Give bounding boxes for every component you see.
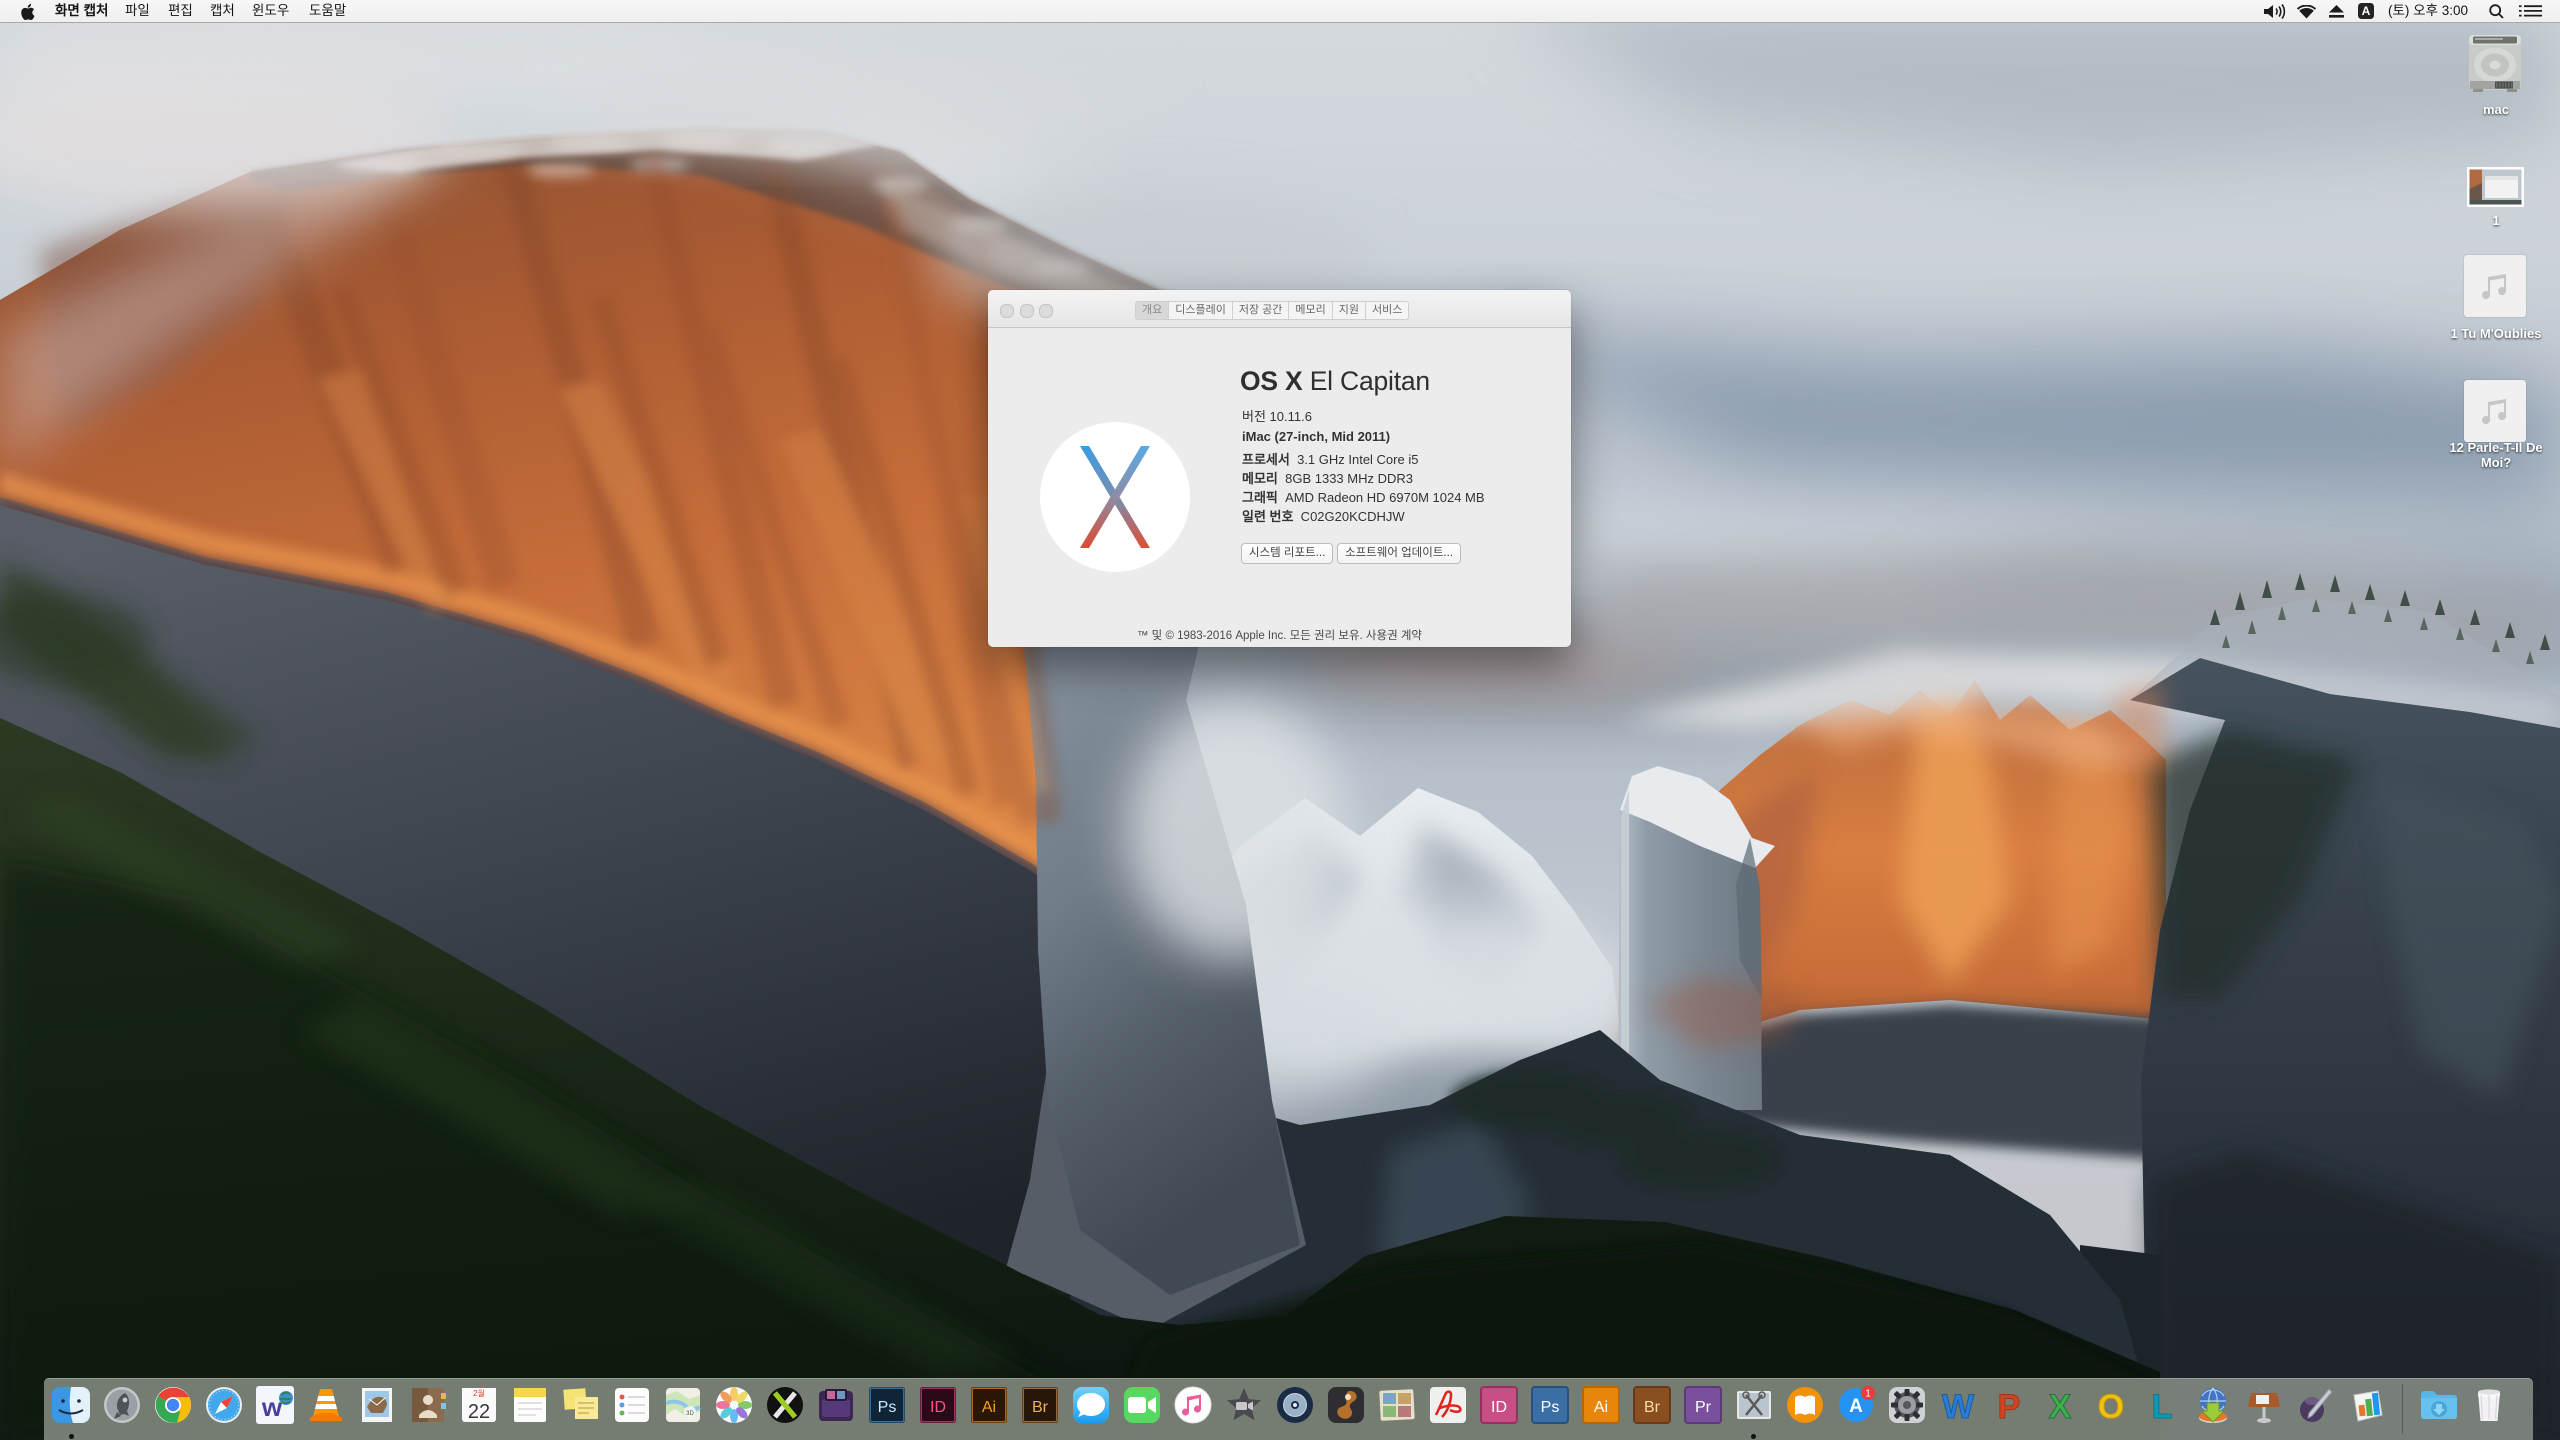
svg-text:Pr: Pr: [1695, 1399, 1712, 1416]
svg-text:A: A: [1849, 1396, 1863, 1417]
svg-text:Br: Br: [1032, 1399, 1049, 1416]
svg-text:Ai: Ai: [982, 1399, 996, 1416]
svg-text:O: O: [2098, 1388, 2124, 1425]
svg-text:Ai: Ai: [1594, 1399, 1608, 1416]
svg-text:L: L: [2152, 1388, 2173, 1425]
svg-text:22: 22: [468, 1401, 490, 1423]
svg-text:ID: ID: [1491, 1399, 1507, 1416]
svg-text:1: 1: [1865, 1389, 1871, 1400]
svg-text:2월: 2월: [473, 1388, 485, 1398]
svg-text:ID: ID: [930, 1399, 946, 1416]
svg-text:Ps: Ps: [1541, 1399, 1560, 1416]
svg-text:P: P: [1998, 1388, 2021, 1425]
svg-text:W: W: [1942, 1388, 1975, 1425]
svg-text:Ps: Ps: [878, 1399, 897, 1416]
svg-text:3D: 3D: [686, 1411, 694, 1417]
svg-text:X: X: [2049, 1388, 2072, 1425]
svg-text:Br: Br: [1644, 1399, 1661, 1416]
